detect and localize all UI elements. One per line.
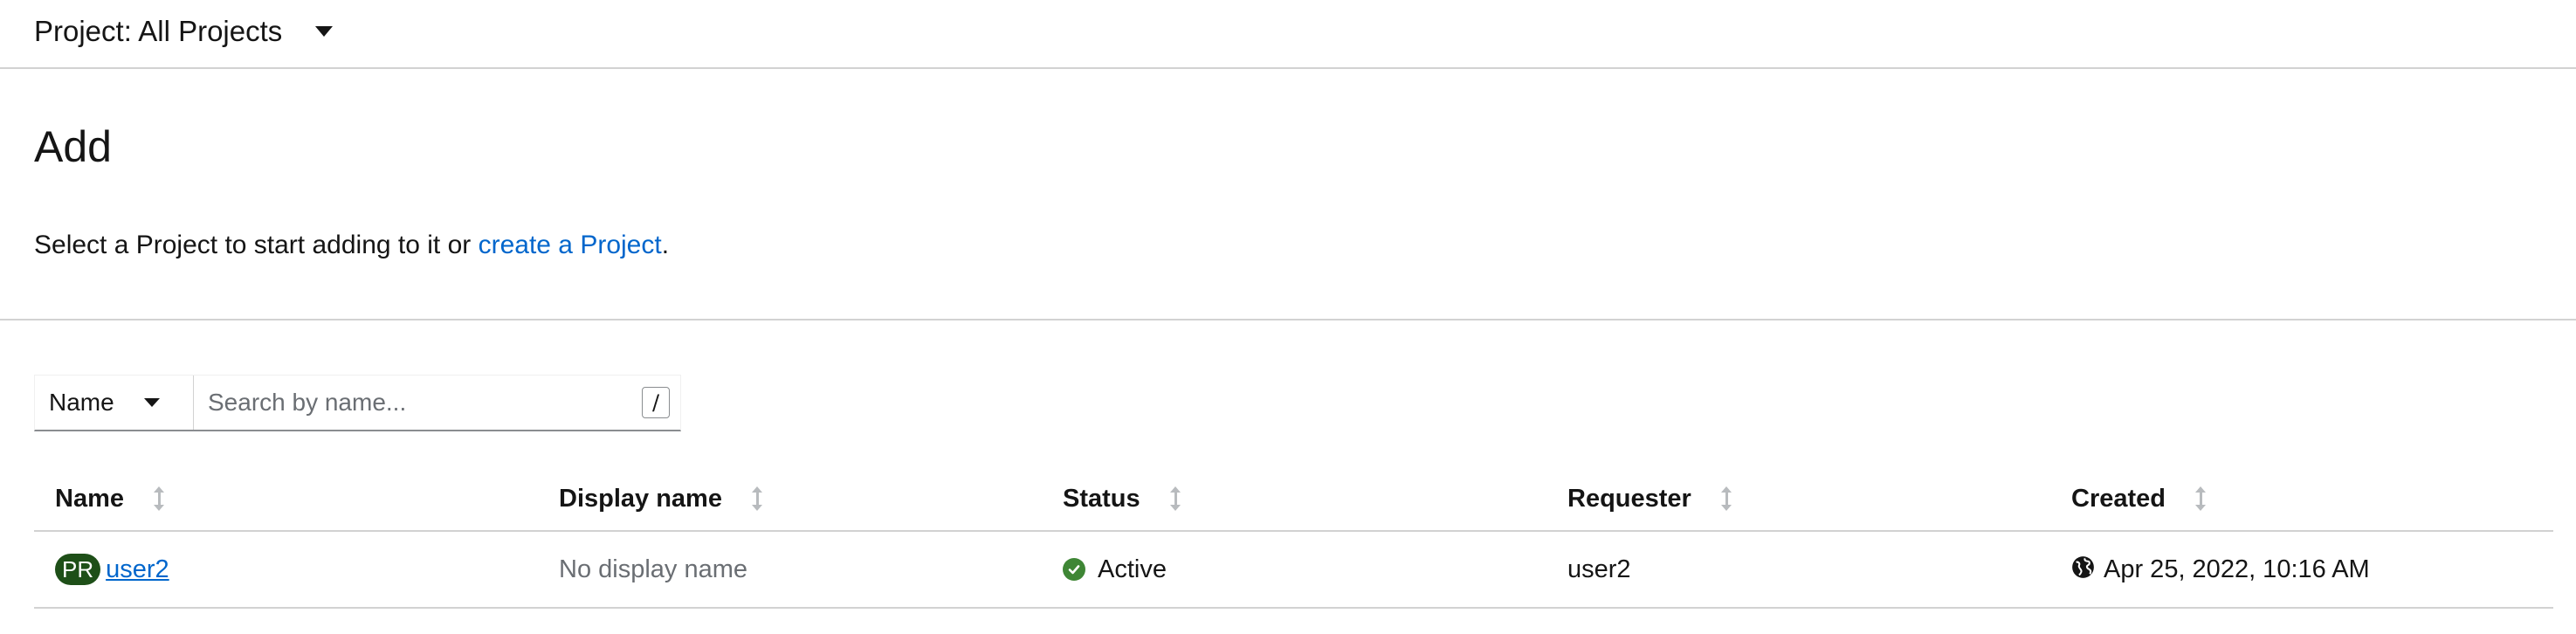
- caret-down-icon: [143, 398, 160, 407]
- project-bar: Project: All Projects: [0, 0, 2576, 69]
- project-badge: PR: [55, 554, 101, 585]
- help-text: Select a Project to start adding to it o…: [34, 231, 669, 260]
- sort-icon[interactable]: [751, 486, 762, 511]
- table-header: Name Display name Status Requester Creat…: [34, 467, 2553, 532]
- project-name-link[interactable]: user2: [106, 555, 169, 584]
- search-input[interactable]: [194, 376, 680, 430]
- sort-icon[interactable]: [154, 486, 164, 511]
- globe-icon: [2072, 555, 2094, 578]
- column-header-status[interactable]: Status: [1063, 467, 1181, 530]
- created-timestamp: Apr 25, 2022, 10:16 AM: [2104, 555, 2370, 583]
- column-header-label: Name: [55, 484, 124, 513]
- filter-toolbar: Name /: [34, 375, 681, 431]
- sort-icon[interactable]: [2195, 486, 2206, 511]
- column-header-label: Status: [1063, 484, 1140, 513]
- cell-status: Active: [1063, 532, 1167, 607]
- help-text-suffix: .: [661, 231, 670, 259]
- page-title: Add: [34, 122, 112, 171]
- column-header-label: Requester: [1567, 484, 1691, 513]
- status-label: Active: [1098, 555, 1167, 583]
- cell-requester: user2: [1567, 555, 1631, 583]
- column-header-created[interactable]: Created: [2071, 467, 2206, 530]
- project-selector-label: Project: All Projects: [34, 14, 283, 47]
- search-input-wrapper: /: [194, 376, 680, 430]
- cell-display-name: No display name: [559, 555, 747, 583]
- column-header-display-name[interactable]: Display name: [559, 467, 762, 530]
- filter-type-dropdown[interactable]: Name: [35, 376, 194, 430]
- help-text-prefix: Select a Project to start adding to it o…: [34, 231, 479, 259]
- check-circle-icon: [1063, 558, 1085, 581]
- create-project-link[interactable]: create a Project: [479, 231, 662, 259]
- keyboard-shortcut-hint: /: [642, 387, 670, 418]
- cell-name: PR user2: [55, 532, 169, 607]
- column-header-label: Display name: [559, 484, 722, 513]
- sort-icon[interactable]: [1169, 486, 1181, 511]
- cell-created: Apr 25, 2022, 10:16 AM: [2071, 532, 2370, 607]
- column-header-requester[interactable]: Requester: [1567, 467, 1732, 530]
- add-section: Add Select a Project to start adding to …: [0, 69, 2576, 320]
- project-selector[interactable]: Project: All Projects: [34, 14, 334, 48]
- projects-table: Name Display name Status Requester Creat…: [34, 467, 2553, 609]
- caret-down-icon: [315, 25, 334, 37]
- table-row: PR user2 No display name Active user2 Ap…: [34, 532, 2553, 609]
- filter-type-label: Name: [49, 389, 114, 416]
- column-header-name[interactable]: Name: [55, 467, 164, 530]
- column-header-label: Created: [2071, 484, 2166, 513]
- sort-icon[interactable]: [1720, 486, 1732, 511]
